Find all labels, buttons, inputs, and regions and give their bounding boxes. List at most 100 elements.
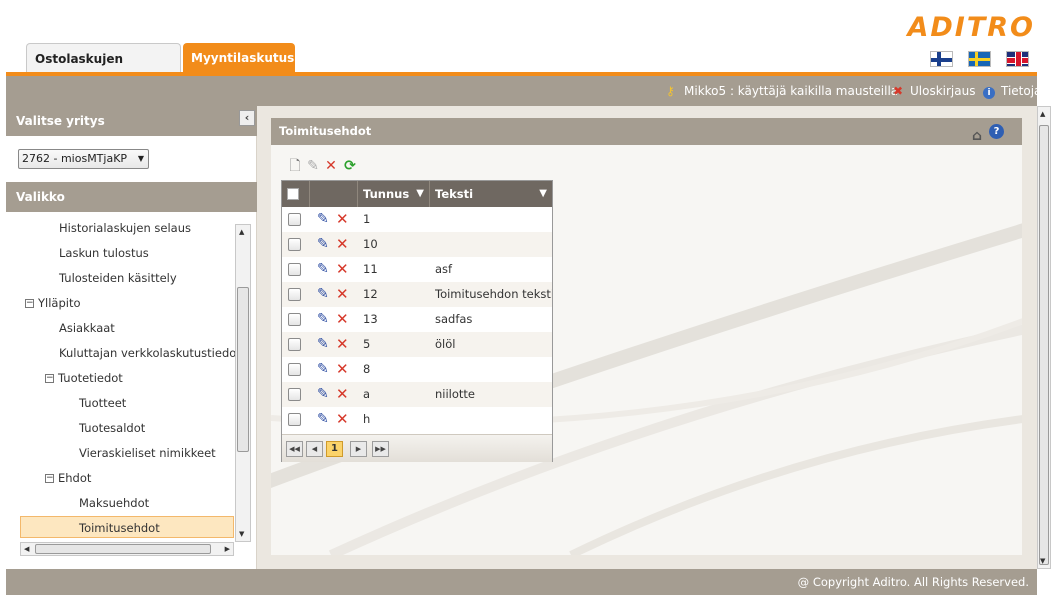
info-icon[interactable]: i [983,76,995,106]
menu-item-vieraskieliset-nimikkeet[interactable]: Vieraskieliset nimikkeet [79,441,216,466]
edit-icon[interactable]: ✎ [317,232,329,257]
select-all-checkbox[interactable] [287,188,299,200]
main-scroll-thumb[interactable] [1039,125,1049,565]
finnish-flag-icon[interactable] [930,51,953,67]
first-page-icon[interactable]: ◀◀ [286,441,303,457]
scroll-right-icon[interactable]: ▶ [225,545,230,553]
row-checkbox[interactable] [288,363,301,376]
scroll-up-icon[interactable]: ▲ [239,228,244,236]
logout-icon[interactable]: ✖ [893,76,903,106]
menu-vertical-scrollbar[interactable]: ▲ ▼ [235,224,251,542]
menu-item-tulosteiden-kasittely[interactable]: Tulosteiden käsittely [59,266,177,291]
menu-scroll-thumb[interactable] [237,287,249,452]
menu-item-asiakkaat[interactable]: Asiakkaat [59,316,115,341]
info-link[interactable]: Tietoja [1001,76,1041,106]
menu-item-laskun-tulostus[interactable]: Laskun tulostus [59,241,149,266]
table-row[interactable]: ✎ ✕ h [282,407,552,432]
menu-item-tuotesaldot[interactable]: Tuotesaldot [79,416,145,441]
delete-icon[interactable]: ✕ [336,232,349,257]
select-all-cell [282,181,310,207]
collapse-panel-button[interactable]: ‹ [239,110,255,126]
menu-item-tuotetiedot[interactable]: − Tuotetiedot [45,366,123,391]
table-row[interactable]: ✎ ✕ 8 [282,357,552,382]
help-icon[interactable]: ? [989,124,1004,139]
menu-horizontal-scrollbar[interactable]: ◀ ▶ [20,542,234,556]
table-row[interactable]: ✎ ✕ 12 Toimitusehdon teksti [282,282,552,307]
table-row[interactable]: ✎ ✕ 1 [282,207,552,232]
edit-icon[interactable]: ✎ [317,282,329,307]
logout-link[interactable]: Uloskirjaus [910,76,975,106]
menu-item-tuotteet[interactable]: Tuotteet [79,391,126,416]
row-checkbox[interactable] [288,388,301,401]
edit-icon[interactable]: ✎ [317,332,329,357]
left-panel: Valitse yritys ‹ 2762 - miosMTjaKP ▼ Val… [6,106,257,569]
column-header-teksti[interactable]: Teksti ▼ [430,181,552,207]
next-page-icon[interactable]: ▶ [350,441,367,457]
scroll-down-icon[interactable]: ▼ [239,530,244,538]
swedish-flag-icon[interactable] [968,51,991,67]
edit-icon[interactable]: ✎ [317,382,329,407]
tab-myyntilaskutus[interactable]: Myyntilaskutus [183,43,295,73]
table-row[interactable]: ✎ ✕ 5 ölöl [282,332,552,357]
home-icon[interactable]: ⌂ [972,123,982,150]
aditro-logo: ADITRO [907,12,1035,43]
main-vertical-scrollbar[interactable]: ▲ ▼ [1037,106,1051,569]
delete-icon[interactable]: ✕ [336,207,349,232]
menu-hscroll-thumb[interactable] [35,544,211,554]
row-checkbox[interactable] [288,238,301,251]
row-checkbox[interactable] [288,413,301,426]
menu-item-maksuehdot[interactable]: Maksuehdot [79,491,149,516]
company-select-value: 2762 - miosMTjaKP [22,152,128,165]
table-row[interactable]: ✎ ✕ 11 asf [282,257,552,282]
menu-item-ehdot[interactable]: − Ehdot [45,466,91,491]
menu-item-toimitusehdot[interactable]: Toimitusehdot [79,516,160,541]
scroll-up-icon[interactable]: ▲ [1040,110,1045,118]
collapse-icon[interactable]: − [25,299,34,308]
refresh-icon[interactable]: ⟳ [342,158,358,174]
row-checkbox[interactable] [288,338,301,351]
cell-teksti: Toimitusehdon teksti [435,287,552,301]
column-header-tunnus[interactable]: Tunnus ▼ [358,181,430,207]
edit-icon[interactable]: ✎ [317,307,329,332]
table-row[interactable]: ✎ ✕ a niilotte [282,382,552,407]
delete-icon[interactable]: ✕ [336,257,349,282]
delete-icon[interactable]: ✕ [336,307,349,332]
page-number-button[interactable]: 1 [326,441,343,457]
menu-item-yllapito[interactable]: − Ylläpito [25,291,81,316]
scroll-left-icon[interactable]: ◀ [24,545,29,553]
row-checkbox[interactable] [288,213,301,226]
cell-teksti: sadfas [435,312,473,326]
edit-icon[interactable]: ✎ [305,158,321,174]
filter-icon[interactable]: ▼ [539,181,547,207]
previous-page-icon[interactable]: ◀ [306,441,323,457]
collapse-icon[interactable]: − [45,374,54,383]
delete-icon[interactable]: ✕ [336,357,349,382]
edit-icon[interactable]: ✎ [317,207,329,232]
edit-icon[interactable]: ✎ [317,357,329,382]
new-document-icon[interactable]: 🗋 [287,158,303,174]
tab-ostolaskujen-kasittely[interactable]: Ostolaskujen käsittely [26,43,181,96]
row-checkbox[interactable] [288,288,301,301]
english-flag-icon[interactable] [1006,51,1029,67]
filter-icon[interactable]: ▼ [416,181,424,207]
edit-icon[interactable]: ✎ [317,407,329,432]
company-select[interactable]: 2762 - miosMTjaKP ▼ [18,149,149,169]
delete-icon[interactable]: ✕ [336,332,349,357]
cell-teksti [435,207,552,232]
edit-icon[interactable]: ✎ [317,257,329,282]
last-page-icon[interactable]: ▶▶ [372,441,389,457]
delete-icon[interactable]: ✕ [336,282,349,307]
delete-icon[interactable]: ✕ [336,407,349,432]
collapse-icon[interactable]: − [45,474,54,483]
menu-item-historialaskujen-selaus[interactable]: Historialaskujen selaus [59,216,191,241]
table-row[interactable]: ✎ ✕ 13 sadfas [282,307,552,332]
delete-icon[interactable]: ✕ [323,158,339,174]
copyright-text: @ Copyright Aditro. All Rights Reserved. [797,575,1029,589]
row-checkbox[interactable] [288,313,301,326]
row-checkbox[interactable] [288,263,301,276]
cell-tunnus: 11 [363,262,378,276]
scroll-down-icon[interactable]: ▼ [1040,557,1045,565]
delete-icon[interactable]: ✕ [336,382,349,407]
table-row[interactable]: ✎ ✕ 10 [282,232,552,257]
menu-item-kuluttajan-verkkolaskutustiedot[interactable]: Kuluttajan verkkolaskutustiedot [59,341,235,366]
